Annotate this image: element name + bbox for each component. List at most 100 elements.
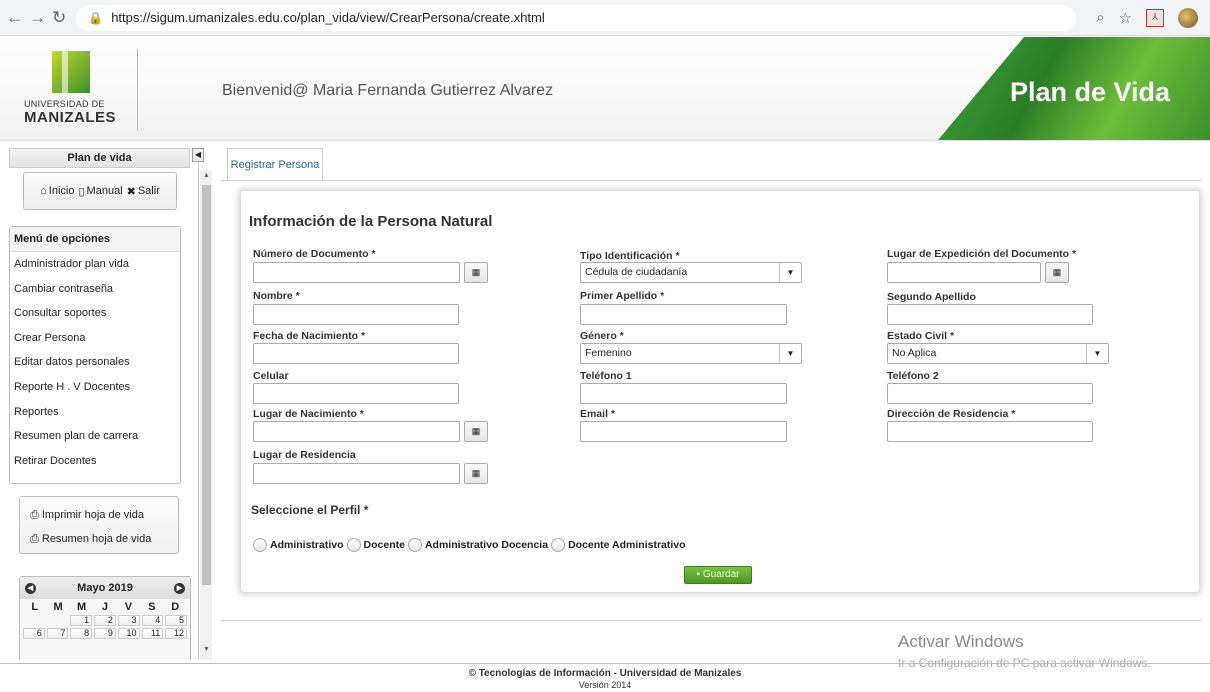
calendar-day[interactable]: 12 xyxy=(165,628,187,639)
radio-label: Administrativo Docencia xyxy=(424,539,549,551)
weekday-label: V xyxy=(124,601,133,613)
menu-item-administrador[interactable]: Administrador plan vida xyxy=(10,252,180,277)
scroll-down-icon[interactable]: ▼ xyxy=(202,646,211,653)
collapse-sidebar-button[interactable]: ◀ xyxy=(192,148,204,162)
calendar-day[interactable]: 8 xyxy=(70,628,93,639)
exit-link[interactable]: ✖ Salir xyxy=(127,185,160,198)
calendar-day[interactable]: 11 xyxy=(141,628,164,639)
tipo-identificacion-select[interactable]: Cédula de ciudadanía ▼ xyxy=(580,262,802,283)
radio-administrativo-docencia[interactable] xyxy=(407,538,422,552)
perfil-title: Seleccione el Perfil * xyxy=(251,503,369,517)
label-telefono1: Teléfono 1 xyxy=(580,370,632,382)
lugar-nacimiento-picker-button[interactable]: ▦ xyxy=(464,421,488,442)
calendar-month: Mayo 2019 xyxy=(77,582,133,594)
calendar-day[interactable]: 9 xyxy=(94,628,116,639)
calendar-day[interactable]: 4 xyxy=(141,615,164,626)
email-input[interactable] xyxy=(580,421,787,442)
avatar[interactable] xyxy=(1178,7,1199,28)
home-link[interactable]: ⌂ Inicio xyxy=(40,185,74,197)
menu-item-editar-datos[interactable]: Editar datos personales xyxy=(10,350,180,375)
menu-title: Menú de opciones xyxy=(10,227,180,252)
star-icon[interactable]: ☆ xyxy=(1119,9,1132,27)
forward-icon[interactable]: → xyxy=(29,8,46,28)
label-telefono2: Teléfono 2 xyxy=(887,370,939,382)
genero-select[interactable]: Femenino ▼ xyxy=(580,343,802,364)
url-text: https://sigum.umanizales.edu.co/plan_vid… xyxy=(111,10,545,25)
telefono2-input[interactable] xyxy=(887,383,1093,404)
numero-documento-input[interactable] xyxy=(253,262,460,283)
close-icon: ✖ xyxy=(126,185,136,198)
calendar-empty xyxy=(47,615,69,626)
calendar-day[interactable]: 1 xyxy=(70,615,93,626)
pdf-icon[interactable]: ⅄ xyxy=(1146,8,1165,27)
lugar-nacimiento-input[interactable] xyxy=(253,421,460,442)
label-email: Email * xyxy=(580,408,616,420)
label-fecha-nacimiento: Fecha de Nacimiento * xyxy=(253,330,366,342)
lugar-residencia-picker-button[interactable]: ▦ xyxy=(464,463,488,484)
numero-documento-picker-button[interactable]: ▦ xyxy=(464,262,488,283)
calendar-day[interactable]: 7 xyxy=(46,628,69,639)
menu-item-crear-persona[interactable]: Crear Persona xyxy=(10,326,180,351)
direccion-input[interactable] xyxy=(887,421,1093,442)
sidebar: Plan de vida ⌂ Inicio ▯ Manual ✖ Salir Menú… xyxy=(9,148,199,660)
calculator-icon: ▦ xyxy=(1052,267,1062,277)
weekday-label: S xyxy=(148,601,156,613)
menu-item-reporte-hv[interactable]: Reporte H . V Docentes xyxy=(10,375,180,400)
scroll-up-icon[interactable]: ▲ xyxy=(202,172,211,179)
next-month-icon[interactable]: ▶ xyxy=(174,582,185,594)
calendar-day[interactable]: 3 xyxy=(117,615,140,626)
genero-value: Femenino xyxy=(585,347,632,359)
calendar-day[interactable]: 10 xyxy=(117,628,140,639)
calendar-day[interactable]: 2 xyxy=(94,615,116,626)
menu-item-reportes[interactable]: Reportes xyxy=(10,400,180,425)
fecha-nacimiento-input[interactable] xyxy=(253,343,459,364)
university-logo[interactable]: UNIVERSIDAD DE MANIZALES xyxy=(20,49,138,131)
radio-docente-administrativo[interactable] xyxy=(551,538,566,552)
lugar-expedicion-picker-button[interactable]: ▦ xyxy=(1045,262,1069,283)
calendar-day[interactable]: 5 xyxy=(165,615,187,626)
scroll-thumb[interactable] xyxy=(202,185,211,585)
nombre-input[interactable] xyxy=(253,304,459,325)
estado-civil-value: No Aplica xyxy=(892,347,937,359)
weekday-label: M xyxy=(76,601,87,613)
tab-divider xyxy=(221,180,1201,181)
manual-link[interactable]: ▯ Manual xyxy=(78,185,122,198)
lugar-expedicion-input[interactable] xyxy=(887,262,1041,283)
tab-registrar-persona[interactable]: Registrar Persona xyxy=(227,148,323,180)
celular-input[interactable] xyxy=(253,383,459,404)
document-icon: ▯ xyxy=(78,185,85,198)
label-direccion: Dirección de Residencia * xyxy=(887,408,1016,420)
calendar-day[interactable]: 6 xyxy=(23,628,45,639)
address-bar[interactable]: 🔒 https://sigum.umanizales.edu.co/plan_v… xyxy=(76,4,1077,31)
lock-icon: 🔒 xyxy=(88,10,104,25)
menu-item-retirar-docentes[interactable]: Retirar Docentes xyxy=(10,449,180,474)
zoom-icon[interactable]: ⌕ xyxy=(1096,9,1104,26)
label-nombre: Nombre * xyxy=(253,290,300,302)
footer-divider xyxy=(0,663,1210,664)
estado-civil-select[interactable]: No Aplica ▼ xyxy=(887,343,1109,364)
summary-cv-link[interactable]: ⎙ Resumen hoja de vida xyxy=(20,527,178,551)
radio-administrativo[interactable] xyxy=(253,538,267,552)
segundo-apellido-input[interactable] xyxy=(887,304,1093,325)
tipo-identificacion-value: Cédula de ciudadanía xyxy=(585,266,688,278)
options-menu: Menú de opciones Administrador plan vida… xyxy=(9,226,181,484)
label-estado-civil: Estado Civil * xyxy=(887,330,955,342)
weekday-label: D xyxy=(171,601,180,613)
menu-item-consultar-soportes[interactable]: Consultar soportes xyxy=(10,301,180,326)
menu-item-resumen-plan[interactable]: Resumen plan de carrera xyxy=(10,424,180,449)
save-button[interactable]: ▪ Guardar xyxy=(684,566,752,584)
calendar: ◀ Mayo 2019 ▶ L M M J V S D 1 2 3 4 5 6 … xyxy=(19,576,191,660)
print-cv-link[interactable]: ⎙ Imprimir hoja de vida xyxy=(20,503,178,527)
calculator-icon: ▦ xyxy=(471,267,481,277)
reload-icon[interactable]: ↻ xyxy=(52,8,66,28)
back-icon[interactable]: ← xyxy=(6,8,23,28)
primer-apellido-input[interactable] xyxy=(580,304,787,325)
footer-version: Versión 2014 xyxy=(578,680,632,690)
prev-month-icon[interactable]: ◀ xyxy=(25,582,36,594)
lugar-residencia-input[interactable] xyxy=(253,463,460,484)
menu-item-cambiar-contrasena[interactable]: Cambiar contraseña xyxy=(10,277,180,302)
banner-title: Plan de Vida xyxy=(1009,77,1170,107)
telefono1-input[interactable] xyxy=(580,383,787,404)
label-celular: Celular xyxy=(253,370,289,382)
radio-docente[interactable] xyxy=(346,538,361,552)
